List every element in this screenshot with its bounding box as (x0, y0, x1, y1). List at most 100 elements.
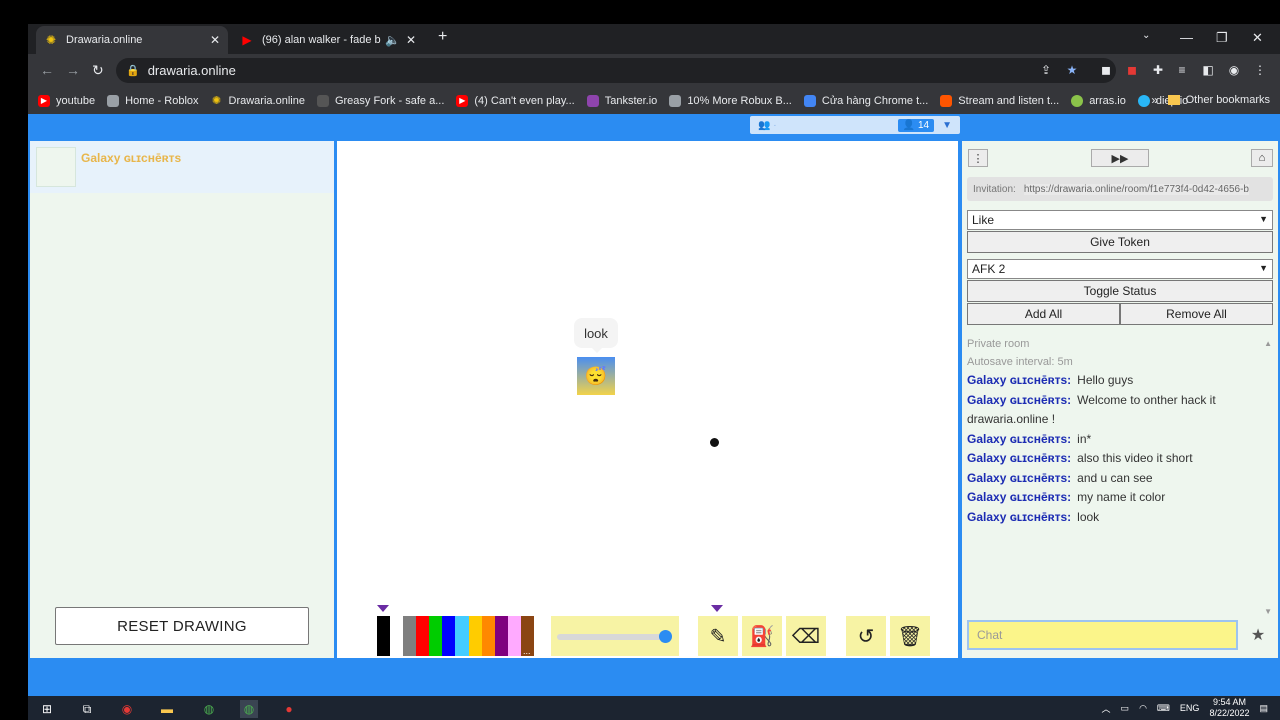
color-swatch[interactable] (494, 616, 508, 656)
close-icon[interactable]: ✕ (406, 33, 416, 47)
youtube-icon: ▶ (38, 94, 50, 107)
battery-icon[interactable]: ▭ (1121, 703, 1130, 714)
color-swatch[interactable] (377, 616, 391, 656)
bookmark-item[interactable]: ✺ Drawaria.online (211, 95, 305, 108)
bookmark-item[interactable]: ▶ (4) Can't even play... (456, 94, 575, 107)
bookmark-item[interactable]: Tankster.io (586, 94, 657, 107)
chat-input[interactable]: Chat (967, 620, 1238, 650)
bookmark-item[interactable]: Greasy Fork - safe a... (316, 94, 444, 107)
player-name: Galaxy ɢʟɪᴄʜēʀᴛs (81, 151, 182, 165)
task-view-icon[interactable]: ⧉ (78, 700, 96, 718)
chrome-icon[interactable]: ◍ (200, 700, 218, 718)
close-window-button[interactable]: ✕ (1252, 30, 1263, 46)
sidepanel-icon[interactable]: ◧ (1200, 62, 1216, 78)
reset-drawing-button[interactable]: RESET DRAWING (55, 607, 309, 645)
wifi-icon[interactable]: ◠ (1139, 703, 1147, 714)
share-icon[interactable]: ⇪ (1038, 62, 1054, 78)
bookmarks-bar: ▶ youtube Home - Roblox ✺ Drawaria.online … (28, 87, 1280, 114)
extension-icon[interactable]: ◼ (1124, 62, 1140, 78)
tab-search-icon[interactable]: ⌄ (1142, 30, 1150, 41)
fill-bucket-icon[interactable]: ⛽ (742, 616, 782, 656)
menu-icon[interactable]: ⋮ (1252, 62, 1268, 78)
color-swatch[interactable] (390, 616, 404, 656)
new-tab-button[interactable]: + (438, 28, 447, 46)
brush-size-slider[interactable] (551, 616, 679, 656)
profile-icon[interactable]: ◉ (1226, 62, 1242, 78)
color-swatch[interactable] (507, 616, 521, 656)
color-swatch[interactable] (455, 616, 469, 656)
player-list-panel: Galaxy ɢʟɪᴄʜēʀᴛs RESET DRAWING (30, 141, 334, 658)
toolbar: ← → ↻ 🔒 drawaria.online ⇪ ★ ◼ ◼ ✚ ≡ ◧ ◉ … (28, 54, 1280, 87)
slider-knob[interactable] (659, 630, 672, 643)
give-token-button[interactable]: Give Token (967, 231, 1273, 253)
scroll-down-icon[interactable]: ▼ (1264, 607, 1272, 616)
other-bookmarks[interactable]: Other bookmarks (1167, 94, 1270, 106)
pencil-icon[interactable]: ✎ (698, 616, 738, 656)
scroll-up-icon[interactable]: ▲ (1264, 339, 1272, 348)
file-explorer-icon[interactable]: ▬ (158, 700, 176, 718)
player-row[interactable]: Galaxy ɢʟɪᴄʜēʀᴛs (30, 141, 334, 193)
remove-all-button[interactable]: Remove All (1120, 303, 1273, 325)
toggle-status-button[interactable]: Toggle Status (967, 280, 1273, 302)
more-options-button[interactable]: ⋮ (968, 149, 988, 167)
reload-button[interactable]: ↻ (92, 62, 104, 79)
bookmark-item[interactable]: Home - Roblox (107, 94, 199, 107)
color-swatch[interactable] (468, 616, 482, 656)
bookmark-item[interactable]: arras.io (1071, 94, 1126, 107)
close-icon[interactable]: ✕ (210, 33, 220, 47)
reading-list-icon[interactable]: ≡ (1174, 62, 1190, 78)
eraser-icon[interactable]: ⌫ (786, 616, 826, 656)
speaker-icon[interactable]: 🔈 (385, 33, 400, 47)
puzzle-icon[interactable]: ✚ (1150, 62, 1166, 78)
bookmark-item[interactable]: Cửa hàng Chrome t... (803, 94, 928, 107)
url-text: drawaria.online (147, 63, 236, 78)
undo-icon[interactable]: ↺ (846, 616, 886, 656)
bookmark-item[interactable]: ▶ youtube (38, 94, 95, 107)
color-swatch[interactable] (429, 616, 443, 656)
chevron-right-icon[interactable]: » (1151, 93, 1158, 107)
restore-button[interactable]: ❐ (1216, 30, 1228, 46)
invitation-box[interactable]: Invitation: https://drawaria.online/room… (967, 177, 1273, 201)
color-swatch[interactable] (416, 616, 430, 656)
palette-more[interactable]: ... (523, 646, 531, 656)
tab-youtube[interactable]: ▶ (96) alan walker - fade but lo 🔈 ✕ (232, 26, 424, 54)
chrome-icon[interactable]: ◍ (240, 700, 258, 718)
app-icon[interactable]: ◉ (118, 700, 136, 718)
soundcloud-icon (940, 94, 953, 107)
like-select[interactable]: Like ▼ (967, 210, 1273, 230)
language-indicator[interactable]: ENG (1180, 703, 1200, 713)
bookmark-item[interactable]: Stream and listen t... (940, 94, 1059, 107)
clock[interactable]: 9:54 AM 8/22/2022 (1209, 697, 1249, 719)
windows-start-icon[interactable]: ⊞ (38, 700, 56, 718)
color-palette[interactable] (377, 616, 534, 656)
roblox-icon (107, 94, 120, 107)
chat-message: Galaxy ɢʟɪᴄʜēʀᴛs: and u can see (967, 470, 1153, 485)
minimize-button[interactable]: — (1180, 30, 1193, 45)
drawing-canvas[interactable]: look 😴 (337, 141, 958, 658)
color-swatch[interactable] (442, 616, 456, 656)
forward-button[interactable]: → (66, 62, 80, 78)
address-bar[interactable]: 🔒 drawaria.online (116, 58, 1116, 83)
bookmark-star-icon[interactable]: ★ (1064, 62, 1080, 78)
tab-drawaria[interactable]: ✺ Drawaria.online ✕ (36, 26, 228, 54)
home-button[interactable]: ⌂ (1251, 149, 1273, 167)
star-icon[interactable]: ★ (1243, 620, 1273, 650)
chevron-up-icon[interactable]: ︿ (1102, 702, 1111, 715)
obs-icon[interactable]: ● (280, 700, 298, 718)
screen: ✺ Drawaria.online ✕ ▶ (96) alan walker -… (0, 0, 1280, 720)
extension-icon[interactable]: ◼ (1098, 62, 1114, 78)
skip-button[interactable]: ▶▶ (1091, 149, 1149, 167)
trash-icon[interactable]: 🗑 (890, 616, 930, 656)
color-swatch[interactable] (403, 616, 417, 656)
invitation-url[interactable]: https://drawaria.online/room/f1e773f4-0d… (1023, 183, 1249, 195)
bookmark-item[interactable]: 10% More Robux B... (669, 94, 792, 107)
afk-select[interactable]: AFK 2 ▼ (967, 259, 1273, 279)
system-message: Autosave interval: 5m (967, 355, 1073, 368)
add-all-button[interactable]: Add All (967, 303, 1120, 325)
notification-icon[interactable]: ▤ (1259, 703, 1268, 714)
color-swatch[interactable] (481, 616, 495, 656)
room-players-widget[interactable]: 👥 · 👤 14 ▼ (750, 116, 960, 134)
chevron-down-icon[interactable]: ▼ (942, 120, 952, 131)
back-button[interactable]: ← (40, 62, 54, 78)
keyboard-icon[interactable]: ⌨ (1157, 703, 1170, 714)
